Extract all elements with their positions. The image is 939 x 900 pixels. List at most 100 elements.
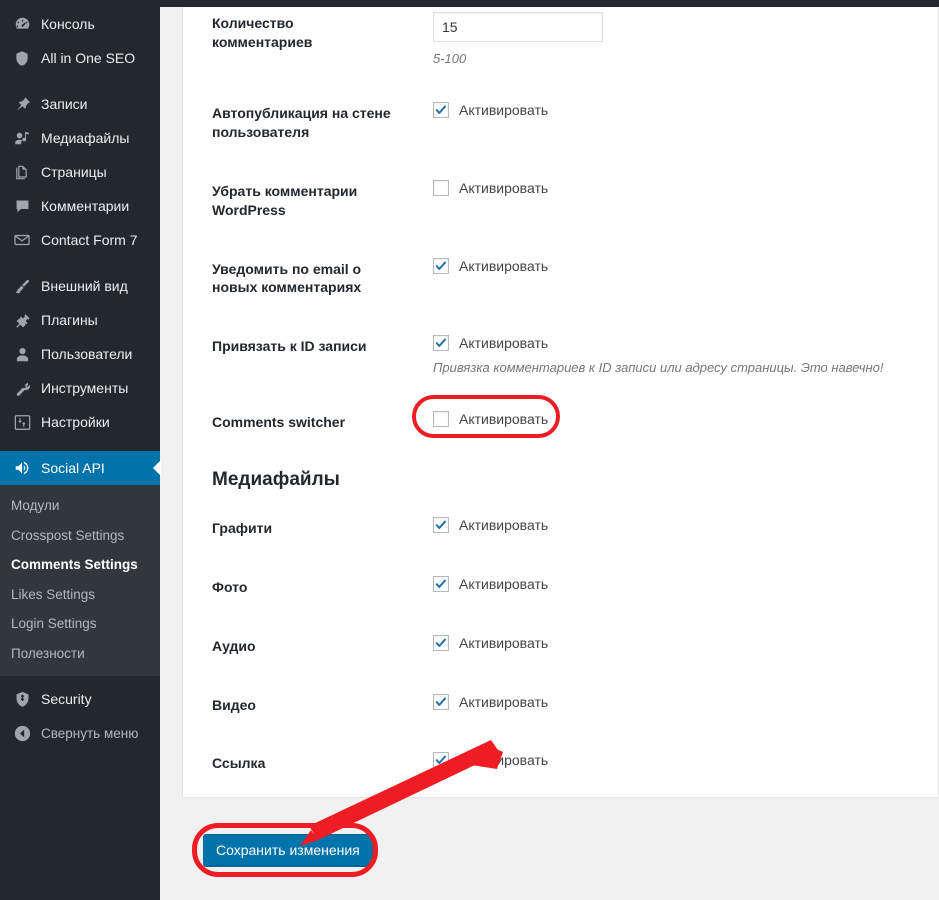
checkbox-checked-icon[interactable] <box>433 693 449 710</box>
setting-checkbox-1[interactable]: Активировать <box>433 102 548 118</box>
checkbox-label: Активировать <box>459 102 549 118</box>
sidebar-item-contact-form-7[interactable]: Contact Form 7 <box>0 223 160 257</box>
media-checkbox-4[interactable]: Активировать <box>433 752 548 769</box>
brush-icon <box>12 276 32 296</box>
pages-icon <box>12 162 32 182</box>
setting-row: Автопубликация на стене пользователя Акти… <box>183 84 938 162</box>
checkbox-checked-icon[interactable] <box>433 575 449 592</box>
checkbox-label: Активировать <box>459 335 549 352</box>
security-shield-icon <box>12 689 32 709</box>
sidebar-item-security[interactable]: Security <box>0 682 160 716</box>
collapse-menu-label: Свернуть меню <box>41 725 139 741</box>
shield-icon <box>12 48 32 68</box>
comments-count-input[interactable] <box>433 12 603 42</box>
sidebar-item-внешний-вид[interactable]: Внешний вид <box>0 269 160 303</box>
checkbox-unchecked-icon[interactable] <box>433 179 449 196</box>
checkbox-label: Активировать <box>459 575 549 592</box>
sidebar-item-label: Настройки <box>41 414 110 430</box>
setting-label: Убрать комментарии WordPress <box>212 182 358 218</box>
checkbox-checked-icon[interactable] <box>433 257 449 274</box>
setting-label: Comments switcher <box>212 414 346 431</box>
sidebar-item-плагины[interactable]: Плагины <box>0 303 160 337</box>
settings-panel: Количество комментариев 5-100 Автопубликац… <box>182 7 939 798</box>
sidebar-item-social-api[interactable]: Social API <box>0 451 160 485</box>
submenu-item-crosspost-settings[interactable]: Crosspost Settings <box>0 521 160 551</box>
setting-checkbox-5[interactable]: Активировать <box>412 395 560 439</box>
setting-value-cell: Активировать <box>405 84 938 137</box>
media-setting-row: Видео Активировать <box>183 676 938 735</box>
sidebar-item-консоль[interactable]: Консоль <box>0 7 160 41</box>
collapse-menu-button[interactable]: Свернуть меню <box>0 716 160 750</box>
submenu-item-модули[interactable]: Модули <box>0 491 160 521</box>
media-setting-label: Видео <box>212 696 256 713</box>
setting-label: Количество комментариев <box>212 15 313 50</box>
sidebar-item-label: All in One SEO <box>41 50 136 66</box>
media-setting-label: Фото <box>212 578 248 595</box>
media-checkbox-2[interactable]: Активировать <box>433 634 549 651</box>
setting-checkbox-4[interactable]: Активировать <box>433 335 549 352</box>
checkbox-label: Активировать <box>459 634 549 651</box>
submit-area: Сохранить изменения <box>182 819 582 889</box>
setting-row: Убрать комментарии WordPress Активировать <box>183 162 938 240</box>
setting-label: Привязать к ID записи <box>212 338 367 355</box>
submenu-item-comments-settings[interactable]: Comments Settings <box>0 550 160 580</box>
submenu-item-login-settings[interactable]: Login Settings <box>0 609 160 639</box>
user-icon <box>12 344 32 364</box>
setting-row: Количество комментариев 5-100 <box>183 7 938 84</box>
pin-icon <box>12 94 32 114</box>
social-api-submenu: Модули Crosspost Settings Comments Setting… <box>0 485 160 677</box>
sidebar-item-настройки[interactable]: Настройки <box>0 405 160 439</box>
setting-hint: Привязка комментариев к ID записи или ад… <box>433 360 884 376</box>
sidebar-item-label: Contact Form 7 <box>41 232 138 248</box>
setting-value-cell: Активировать <box>405 162 938 217</box>
sidebar-item-label: Пользователи <box>41 346 133 362</box>
media-icon <box>12 128 32 148</box>
media-setting-row: Аудио Активировать <box>183 617 938 676</box>
setting-checkbox-2[interactable]: Активировать <box>433 179 549 196</box>
sidebar-item-label: Плагины <box>41 312 98 328</box>
setting-value-cell: Активировать Привязка комментариев к ID з… <box>405 317 938 393</box>
setting-row: Уведомить по email о новых комментариях А… <box>183 240 938 318</box>
setting-row: Привязать к ID записи Активировать Привязк… <box>183 317 938 393</box>
dashboard-icon <box>12 14 32 34</box>
sidebar-item-label: Security <box>41 691 92 708</box>
setting-checkbox-3[interactable]: Активировать <box>433 257 549 274</box>
sidebar-item-записи[interactable]: Записи <box>0 87 160 121</box>
checkbox-checked-icon[interactable] <box>433 102 449 118</box>
media-checkbox-1[interactable]: Активировать <box>433 575 549 592</box>
media-setting-row: Графити Активировать <box>183 499 938 558</box>
admin-bar <box>0 0 939 7</box>
submenu-item-полезности[interactable]: Полезности <box>0 639 160 669</box>
media-checkbox-0[interactable]: Активировать <box>433 516 548 533</box>
email-icon <box>12 230 32 250</box>
sidebar-item-страницы[interactable]: Страницы <box>0 155 160 189</box>
setting-value-cell: Активировать <box>405 617 938 670</box>
sidebar-item-label: Медиафайлы <box>41 130 130 146</box>
submenu-item-likes-settings[interactable]: Likes Settings <box>0 580 160 610</box>
sidebar-item-пользователи[interactable]: Пользователи <box>0 337 160 371</box>
checkbox-checked-icon[interactable] <box>433 335 449 352</box>
checkbox-checked-icon[interactable] <box>433 516 449 533</box>
megaphone-icon <box>12 458 32 478</box>
sidebar-item-label: Комментарии <box>41 198 130 214</box>
sidebar-item-label: Внешний вид <box>41 278 128 294</box>
setting-value-cell: Активировать <box>405 676 938 729</box>
setting-hint: 5-100 <box>433 51 467 66</box>
content-area: Количество комментариев 5-100 Автопубликац… <box>160 7 939 900</box>
sidebar-item-инструменты[interactable]: Инструменты <box>0 371 160 405</box>
checkbox-unchecked-icon[interactable] <box>433 411 449 428</box>
checkbox-label: Активировать <box>459 257 549 274</box>
setting-value-cell: Активировать <box>405 558 938 611</box>
sidebar-item-медиафайлы[interactable]: Медиафайлы <box>0 121 160 155</box>
media-setting-label: Ссылка <box>212 755 266 772</box>
checkbox-checked-icon[interactable] <box>433 634 449 651</box>
sidebar-item-all-in-one-seo[interactable]: All in One SEO <box>0 41 160 75</box>
settings-sliders-icon <box>12 412 32 432</box>
checkbox-label: Активировать <box>459 179 549 196</box>
setting-label: Автопубликация на стене пользователя <box>212 105 391 140</box>
media-checkbox-3[interactable]: Активировать <box>433 693 548 710</box>
sidebar-item-label: Инструменты <box>41 380 129 396</box>
checkbox-checked-icon[interactable] <box>433 752 449 769</box>
save-changes-button[interactable]: Сохранить изменения <box>203 834 373 866</box>
sidebar-item-комментарии[interactable]: Комментарии <box>0 189 160 223</box>
